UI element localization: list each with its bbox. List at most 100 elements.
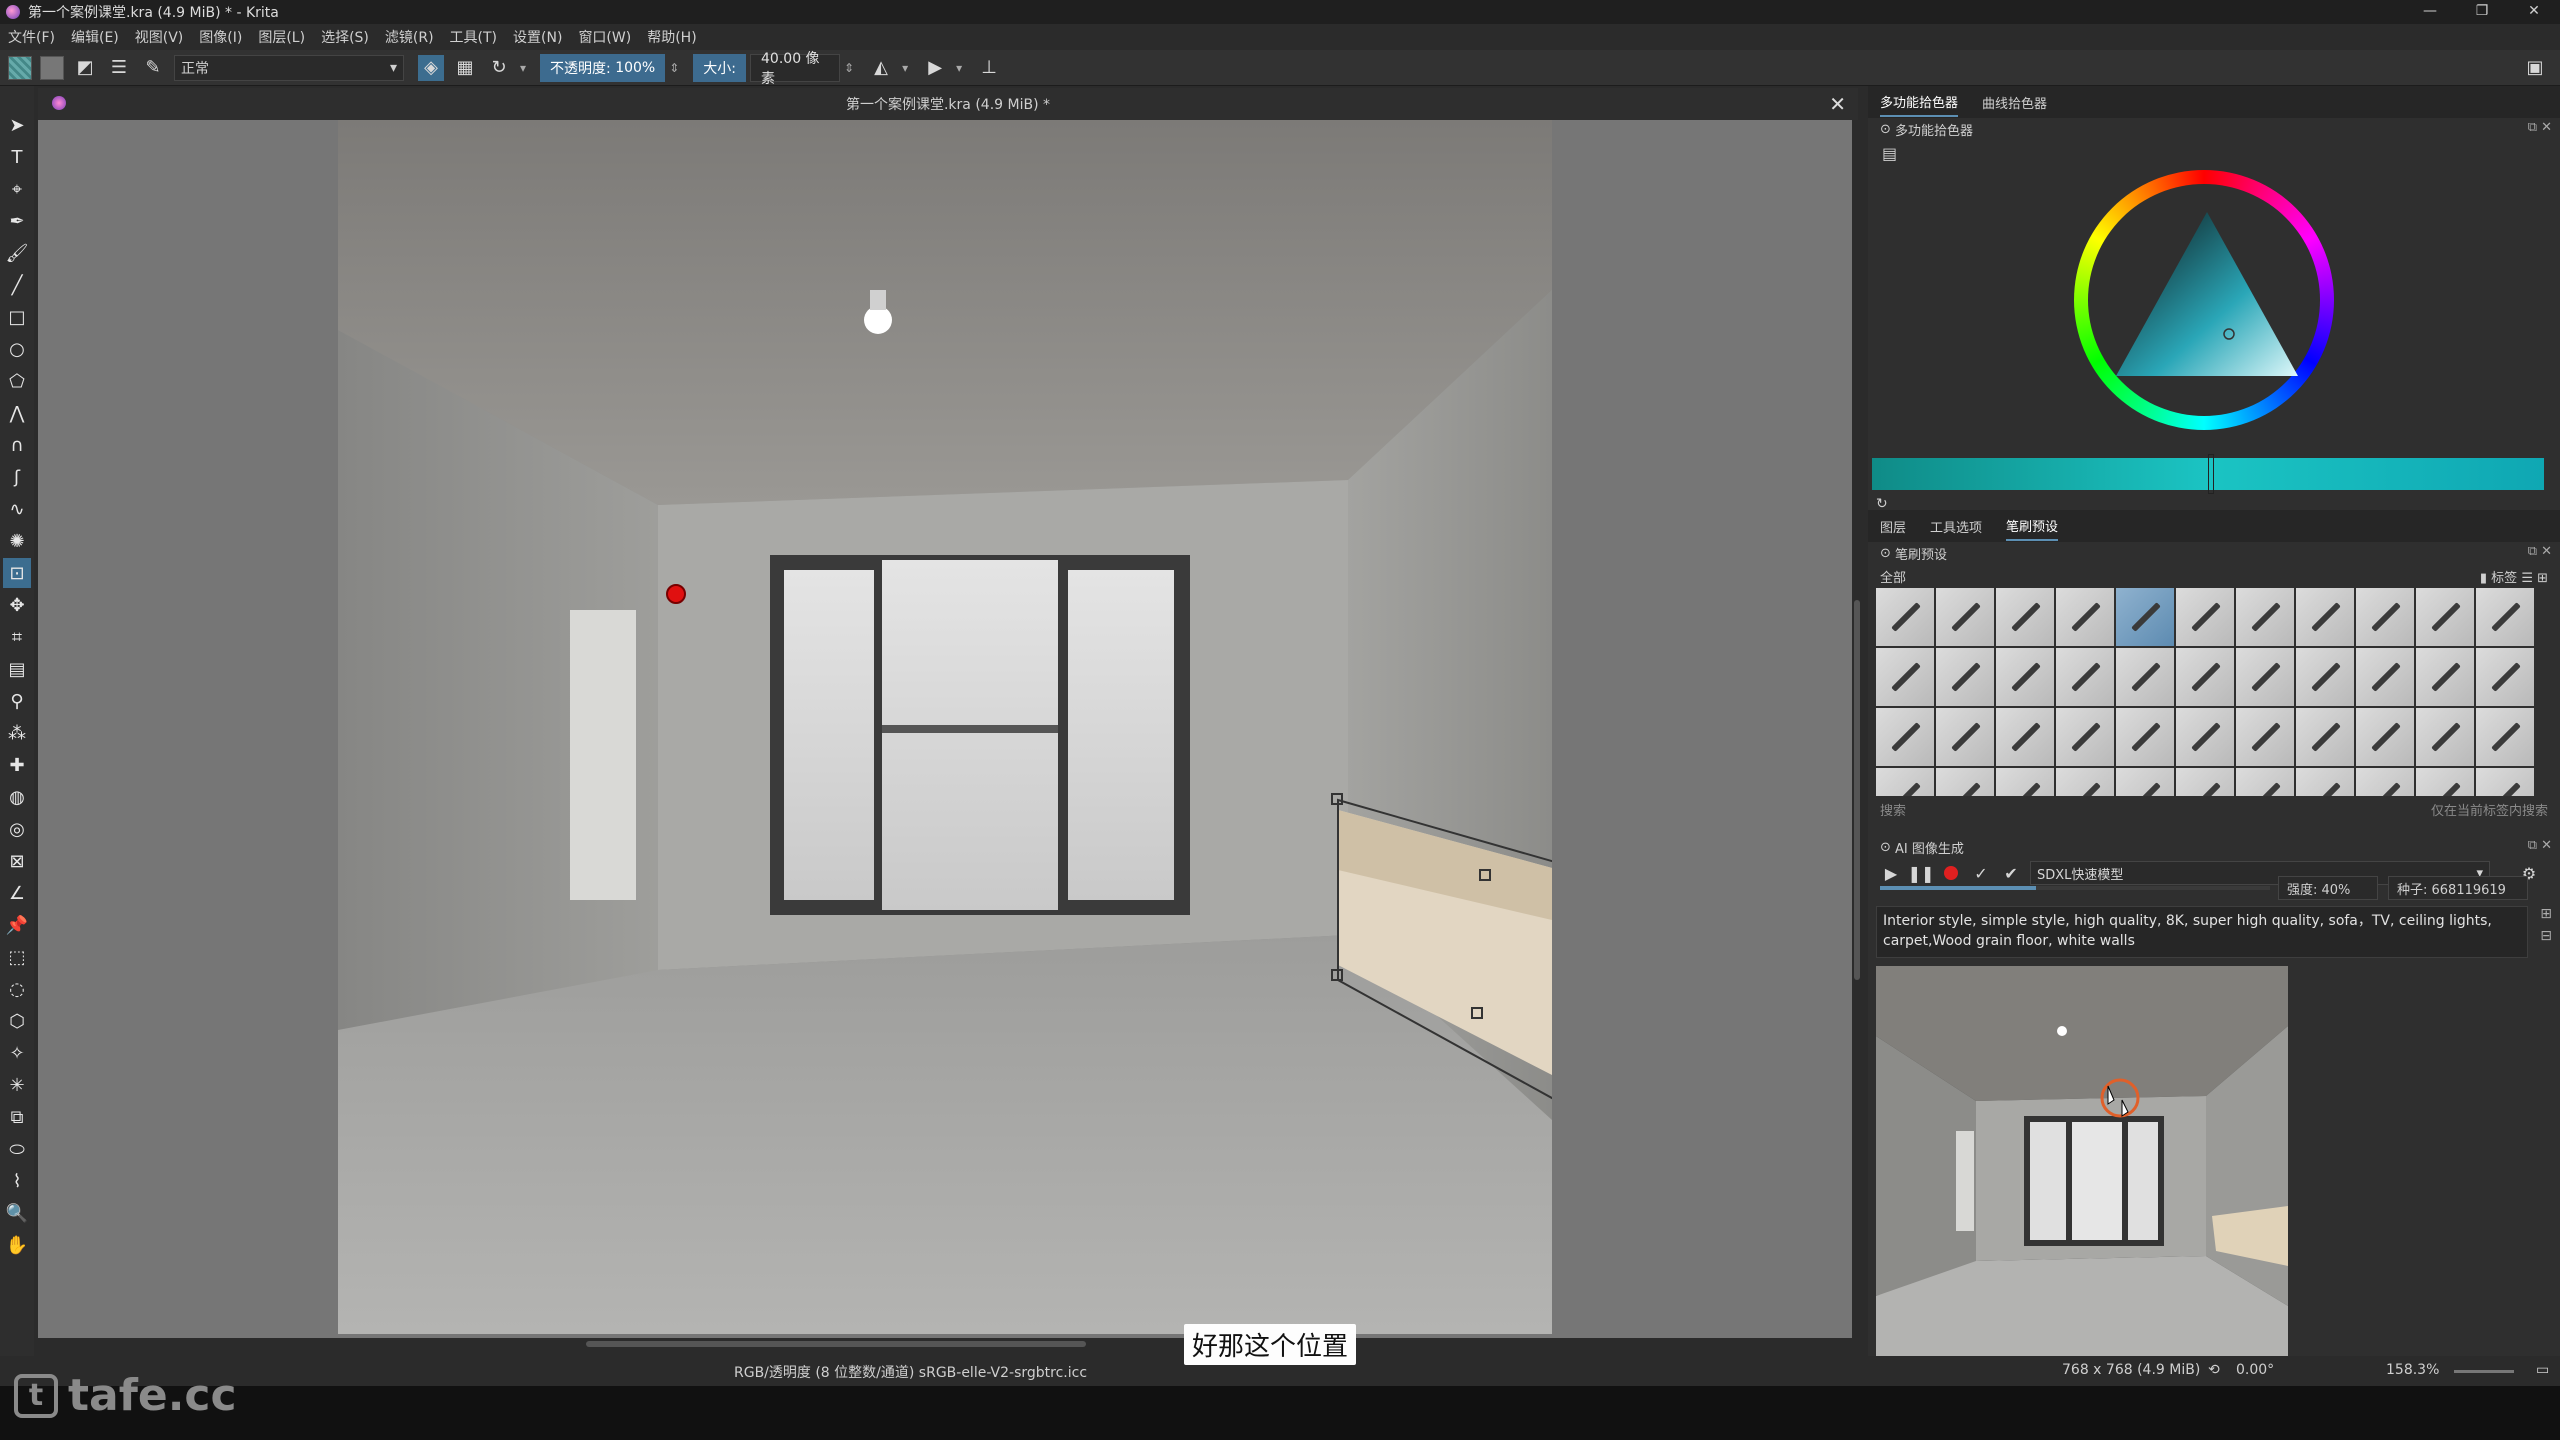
scroll-thumb[interactable] xyxy=(586,1341,1086,1347)
freehand-select-tool-icon[interactable]: ✧ xyxy=(3,1038,31,1068)
brush-preset[interactable] xyxy=(1996,648,2054,706)
brush-search-input[interactable]: 搜索 xyxy=(1880,800,1906,819)
wrap-around-icon[interactable]: ⊥ xyxy=(976,55,1002,81)
brush-settings-icon[interactable]: ☰ xyxy=(106,55,132,81)
color-selector[interactable]: ▤ ↻ xyxy=(1868,140,2560,512)
minimize-button[interactable]: — xyxy=(2404,0,2456,24)
freehand-path-tool-icon[interactable]: ʃ xyxy=(3,462,31,492)
brush-preset-icon[interactable]: ✎ xyxy=(140,55,166,81)
brush-preset[interactable] xyxy=(1996,768,2054,796)
play-icon[interactable]: ▶ xyxy=(1880,862,1902,884)
brush-preset[interactable] xyxy=(1996,588,2054,646)
brush-preset[interactable] xyxy=(2176,588,2234,646)
canvas-only-icon[interactable]: ▭ xyxy=(2536,1362,2549,1378)
lock-icon[interactable]: ⊙ xyxy=(1880,546,1895,561)
rectangle-tool-icon[interactable]: □ xyxy=(3,302,31,332)
brush-preset[interactable] xyxy=(2236,588,2294,646)
polyline-tool-icon[interactable]: ⋀ xyxy=(3,398,31,428)
brush-preset[interactable] xyxy=(2416,708,2474,766)
control-layer-icon[interactable]: ⊟ xyxy=(2540,928,2552,944)
select-shape-tool-icon[interactable]: ➤ xyxy=(3,110,31,140)
close-document-icon[interactable]: ✕ xyxy=(1829,92,1846,116)
brush-search-option[interactable]: 仅在当前标签内搜索 xyxy=(2431,800,2548,819)
tab-advanced-color-selector[interactable]: 多功能拾色器 xyxy=(1880,88,1959,117)
brush-preset[interactable] xyxy=(2296,648,2354,706)
chevron-down-icon[interactable]: ▾ xyxy=(902,61,908,75)
menu-view[interactable]: 视图(V) xyxy=(135,27,184,47)
brush-preset[interactable] xyxy=(1876,648,1934,706)
tab-curve-color-selector[interactable]: 曲线拾色器 xyxy=(1982,89,2047,116)
ai-strength-field[interactable]: 强度: 40% xyxy=(2278,876,2378,900)
chevron-down-icon[interactable]: ▾ xyxy=(520,61,526,75)
saturation-triangle[interactable] xyxy=(2114,210,2300,378)
strip-marker[interactable] xyxy=(2208,454,2214,494)
crop-tool-icon[interactable]: ⌗ xyxy=(3,622,31,652)
workspace-chooser-icon[interactable]: ▣ xyxy=(2522,55,2548,81)
rect-select-tool-icon[interactable]: ⬚ xyxy=(3,942,31,972)
color-picker-tool-icon[interactable]: ⚲ xyxy=(3,686,31,716)
brush-filter-select[interactable]: 全部 xyxy=(1880,567,1906,586)
multibrush-tool-icon[interactable]: ✺ xyxy=(3,526,31,556)
menu-settings[interactable]: 设置(N) xyxy=(513,27,562,47)
calligraphy-tool-icon[interactable]: ✒ xyxy=(3,206,31,236)
size-input[interactable]: 40.00 像素 xyxy=(750,51,841,87)
gradient-swatch[interactable] xyxy=(40,55,64,80)
smart-patch-tool-icon[interactable]: ✚ xyxy=(3,750,31,780)
mirror-vertical-icon[interactable]: ▶ xyxy=(922,55,948,81)
brush-preset[interactable] xyxy=(2116,708,2174,766)
contiguous-select-tool-icon[interactable]: ✳ xyxy=(3,1070,31,1100)
brush-preset-selected[interactable] xyxy=(2116,588,2174,646)
tab-tool-options[interactable]: 工具选项 xyxy=(1930,513,1982,540)
preserve-alpha-icon[interactable]: ▦ xyxy=(452,55,478,81)
brush-preset[interactable] xyxy=(1936,588,1994,646)
freehand-brush-tool-icon[interactable]: 🖌 xyxy=(3,238,31,268)
brush-preset[interactable] xyxy=(2296,768,2354,796)
menu-filter[interactable]: 滤镜(R) xyxy=(385,27,434,47)
brush-tag-button[interactable]: ▮ 标签 ☰ ⊞ xyxy=(2480,567,2548,586)
pattern-swatch[interactable] xyxy=(8,55,32,80)
brush-preset[interactable] xyxy=(2356,768,2414,796)
blend-mode-select[interactable]: 正常 ▾ xyxy=(174,54,404,81)
menu-select[interactable]: 选择(S) xyxy=(321,27,369,47)
chevron-down-icon[interactable]: ▾ xyxy=(956,61,962,75)
zoom-slider[interactable] xyxy=(2454,1370,2514,1373)
brush-preset[interactable] xyxy=(2416,588,2474,646)
fill-tool-icon[interactable]: ◍ xyxy=(3,782,31,812)
brush-preset[interactable] xyxy=(2296,588,2354,646)
brush-preset[interactable] xyxy=(1936,648,1994,706)
status-rotation[interactable]: 0.00° xyxy=(2236,1362,2274,1378)
panel-float-close-icon[interactable]: ⧉ ✕ xyxy=(2528,838,2552,853)
polygon-tool-icon[interactable]: ⬠ xyxy=(3,366,31,396)
brush-preset[interactable] xyxy=(1876,768,1934,796)
brush-preset[interactable] xyxy=(2476,648,2534,706)
measure-tool-icon[interactable]: ∠ xyxy=(3,878,31,908)
ellipse-select-tool-icon[interactable]: ◌ xyxy=(3,974,31,1004)
menu-image[interactable]: 图像(I) xyxy=(199,27,242,47)
move-tool-icon[interactable]: ✥ xyxy=(3,590,31,620)
record-icon[interactable] xyxy=(1944,866,1958,880)
reload-preset-icon[interactable]: ↻ xyxy=(486,55,512,81)
status-color-profile[interactable]: RGB/透明度 (8 位整数/通道) sRGB-elle-V2-srgbtrc.… xyxy=(734,1362,1087,1382)
zoom-tool-icon[interactable]: 🔍 xyxy=(3,1198,31,1228)
magnetic-select-tool-icon[interactable]: ⌇ xyxy=(3,1166,31,1196)
brush-preset[interactable] xyxy=(2476,588,2534,646)
brush-preset[interactable] xyxy=(1876,708,1934,766)
brush-preset[interactable] xyxy=(1936,768,1994,796)
brush-preset[interactable] xyxy=(2476,708,2534,766)
color-settings-icon[interactable]: ▤ xyxy=(1882,144,1897,163)
close-window-button[interactable]: ✕ xyxy=(2508,0,2560,24)
ellipse-tool-icon[interactable]: ○ xyxy=(3,334,31,364)
menu-window[interactable]: 窗口(W) xyxy=(578,27,631,47)
menu-layer[interactable]: 图层(L) xyxy=(258,27,305,47)
bezier-tool-icon[interactable]: ∩ xyxy=(3,430,31,460)
brush-preset[interactable] xyxy=(2416,768,2474,796)
brush-preset[interactable] xyxy=(1936,708,1994,766)
lock-icon[interactable]: ⊙ xyxy=(1880,122,1895,137)
line-tool-icon[interactable]: ╱ xyxy=(3,270,31,300)
brush-preset[interactable] xyxy=(2176,768,2234,796)
rotation-icon[interactable]: ⟲ xyxy=(2208,1362,2220,1378)
ai-preview-image[interactable] xyxy=(1876,966,2288,1378)
brush-preset[interactable] xyxy=(2056,768,2114,796)
menu-help[interactable]: 帮助(H) xyxy=(647,27,696,47)
brush-preset[interactable] xyxy=(2296,708,2354,766)
